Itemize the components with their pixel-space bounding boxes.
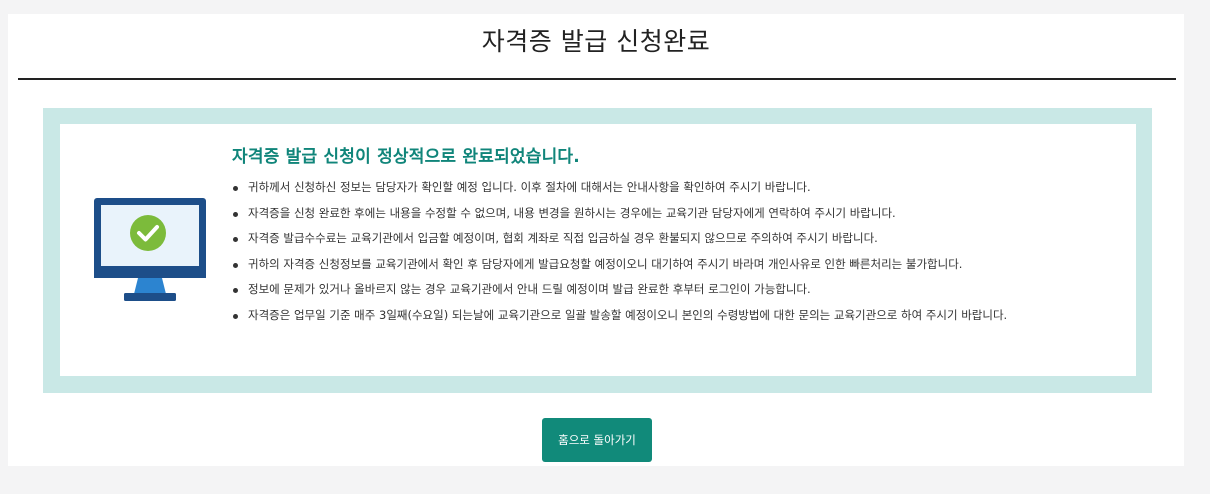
- bullet-icon: [233, 211, 238, 217]
- notice-text: 정보에 문제가 있거나 올바르지 않는 경우 교육기관에서 안내 드릴 예정이며…: [248, 282, 811, 296]
- completion-heading: 자격증 발급 신청이 정상적으로 완료되었습니다.: [232, 147, 580, 167]
- title-divider: [18, 78, 1176, 80]
- notice-list: 귀하께서 신청하신 정보는 담당자가 확인할 예정 입니다. 이후 절차에 대해…: [232, 175, 1122, 328]
- completion-message-box: 자격증 발급 신청이 정상적으로 완료되었습니다. 귀하께서 신청하신 정보는 …: [43, 108, 1152, 393]
- notice-item: 귀하께서 신청하신 정보는 담당자가 확인할 예정 입니다. 이후 절차에 대해…: [232, 175, 1122, 201]
- check-circle: [130, 215, 166, 251]
- completion-page: 자격증 발급 신청완료 자격증 발급 신청이 정상적으로 완료되었습니다. 귀하…: [8, 14, 1184, 466]
- completion-message: 자격증 발급 신청이 정상적으로 완료되었습니다. 귀하께서 신청하신 정보는 …: [232, 144, 1122, 328]
- bullet-icon: [233, 237, 238, 242]
- notice-text: 자격증 발급수수료는 교육기관에서 입금할 예정이며, 협회 계좌로 직접 입금…: [248, 231, 878, 245]
- page-title: 자격증 발급 신청완료: [481, 27, 711, 56]
- notice-text: 귀하께서 신청하신 정보는 담당자가 확인할 예정 입니다. 이후 절차에 대해…: [248, 180, 811, 194]
- bullet-icon: [233, 186, 238, 191]
- notice-item: 정보에 문제가 있거나 올바르지 않는 경우 교육기관에서 안내 드릴 예정이며…: [232, 277, 1122, 303]
- monitor-check-icon: [94, 198, 206, 301]
- notice-item: 귀하의 자격증 신청정보를 교육기관에서 확인 후 담당자에게 발급요청할 예정…: [232, 252, 1122, 278]
- bullet-icon: [233, 288, 238, 293]
- notice-item: 자격증 발급수수료는 교육기관에서 입금할 예정이며, 협회 계좌로 직접 입금…: [232, 226, 1122, 252]
- monitor-base: [124, 293, 176, 301]
- monitor-neck: [134, 278, 166, 294]
- notice-text: 자격증을 신청 완료한 후에는 내용을 수정할 수 없으며, 내용 변경을 원하…: [248, 205, 896, 220]
- notice-item: 자격증은 업무일 기준 매주 3일째(수요일) 되는날에 교육기관으로 일괄 발…: [232, 303, 1122, 329]
- notice-text: 귀하의 자격증 신청정보를 교육기관에서 확인 후 담당자에게 발급요청할 예정…: [248, 256, 963, 271]
- bullet-icon: [233, 313, 238, 319]
- home-button[interactable]: 홈으로 돌아가기: [542, 418, 652, 462]
- completion-message-panel: 자격증 발급 신청이 정상적으로 완료되었습니다. 귀하께서 신청하신 정보는 …: [60, 124, 1136, 376]
- bullet-icon: [233, 262, 238, 268]
- monitor-bezel: [94, 266, 206, 278]
- notice-item: 자격증을 신청 완료한 후에는 내용을 수정할 수 없으며, 내용 변경을 원하…: [232, 201, 1122, 227]
- notice-text: 자격증은 업무일 기준 매주 3일째(수요일) 되는날에 교육기관으로 일괄 발…: [248, 307, 1008, 322]
